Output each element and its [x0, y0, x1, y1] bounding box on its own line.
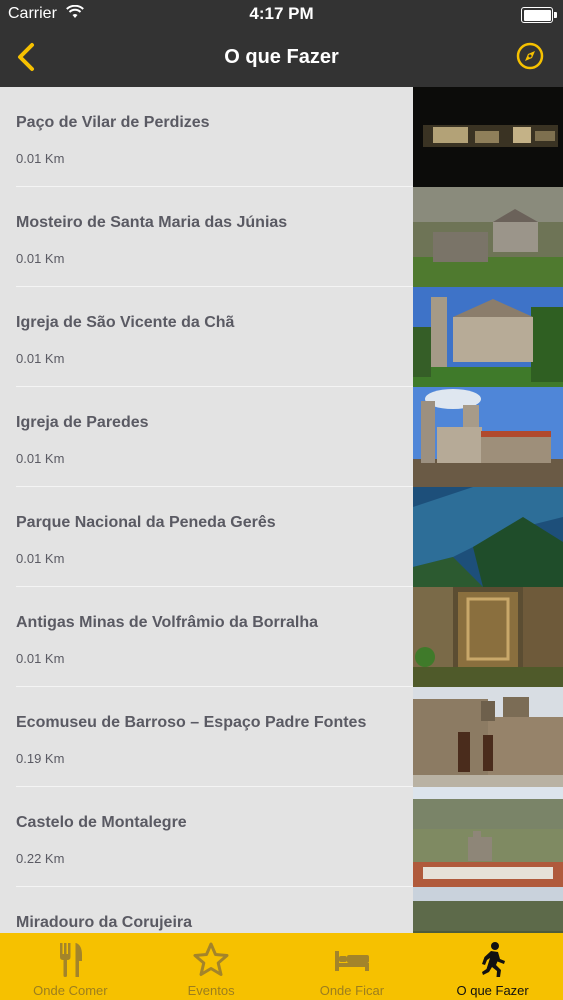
place-thumbnail — [413, 87, 563, 187]
walking-person-icon — [481, 942, 505, 977]
place-distance: 0.01 Km — [16, 251, 65, 266]
top-bar: Carrier 4:17 PM O que Fazer — [0, 0, 563, 87]
place-distance: 0.01 Km — [16, 551, 65, 566]
tab-label: Onde Ficar — [319, 983, 385, 998]
place-distance: 0.01 Km — [16, 151, 65, 166]
list-item[interactable]: Mosteiro de Santa Maria das Júnias 0.01 … — [0, 187, 563, 287]
place-name: Paço de Vilar de Perdizes — [16, 114, 210, 131]
tab-bar: Onde Comer Eventos Onde Ficar O que Faze… — [0, 933, 563, 1000]
tab-eventos[interactable]: Eventos — [141, 933, 282, 1000]
place-name: Castelo de Montalegre — [16, 814, 187, 831]
place-thumbnail — [413, 787, 563, 887]
place-name: Ecomuseu de Barroso – Espaço Padre Fonte… — [16, 714, 367, 731]
compass-icon — [516, 42, 544, 70]
places-list[interactable]: Paço de Vilar de Perdizes 0.01 Km Mostei… — [0, 87, 563, 933]
tab-label: Onde Comer — [33, 983, 108, 998]
place-distance: 0.01 Km — [16, 351, 65, 366]
place-name: Igreja de São Vicente da Chã — [16, 314, 235, 331]
bed-icon — [334, 951, 369, 971]
tab-o-que-fazer[interactable]: O que Fazer — [422, 933, 563, 1000]
place-distance: 0.22 Km — [16, 851, 65, 866]
place-name: Parque Nacional da Peneda Gerês — [16, 514, 276, 531]
place-name: Mosteiro de Santa Maria das Júnias — [16, 214, 288, 231]
place-thumbnail — [413, 387, 563, 487]
status-time: 4:17 PM — [249, 4, 314, 23]
place-thumbnail — [413, 887, 563, 933]
tab-onde-comer[interactable]: Onde Comer — [0, 933, 141, 1000]
page-title: O que Fazer — [224, 46, 339, 68]
navigation-bar: O que Fazer — [0, 30, 563, 87]
list-item[interactable]: Igreja de Paredes 0.01 Km — [0, 387, 563, 487]
star-icon — [193, 942, 229, 976]
place-name: Igreja de Paredes — [16, 414, 149, 431]
list-item[interactable]: Ecomuseu de Barroso – Espaço Padre Fonte… — [0, 687, 563, 787]
compass-button[interactable] — [515, 41, 545, 71]
place-distance: 0.01 Km — [16, 651, 65, 666]
place-thumbnail — [413, 187, 563, 287]
place-thumbnail — [413, 687, 563, 787]
status-bar: Carrier 4:17 PM — [0, 0, 563, 30]
place-thumbnail — [413, 587, 563, 687]
place-name: Miradouro da Corujeira — [16, 914, 193, 931]
list-item[interactable]: Paço de Vilar de Perdizes 0.01 Km — [0, 87, 563, 187]
list-item[interactable]: Antigas Minas de Volfrâmio da Borralha 0… — [0, 587, 563, 687]
list-item[interactable]: Castelo de Montalegre 0.22 Km — [0, 787, 563, 887]
list-item[interactable]: Miradouro da Corujeira — [0, 887, 563, 933]
place-thumbnail — [413, 487, 563, 587]
place-distance: 0.01 Km — [16, 451, 65, 466]
fork-knife-icon — [60, 943, 83, 977]
place-distance: 0.19 Km — [16, 751, 65, 766]
tab-onde-ficar[interactable]: Onde Ficar — [282, 933, 423, 1000]
place-name: Antigas Minas de Volfrâmio da Borralha — [16, 614, 318, 631]
battery-icon — [521, 7, 557, 23]
tab-label: Eventos — [187, 983, 235, 998]
tab-label: O que Fazer — [456, 983, 529, 998]
list-item[interactable]: Igreja de São Vicente da Chã 0.01 Km — [0, 287, 563, 387]
list-item[interactable]: Parque Nacional da Peneda Gerês 0.01 Km — [0, 487, 563, 587]
place-thumbnail — [413, 287, 563, 387]
